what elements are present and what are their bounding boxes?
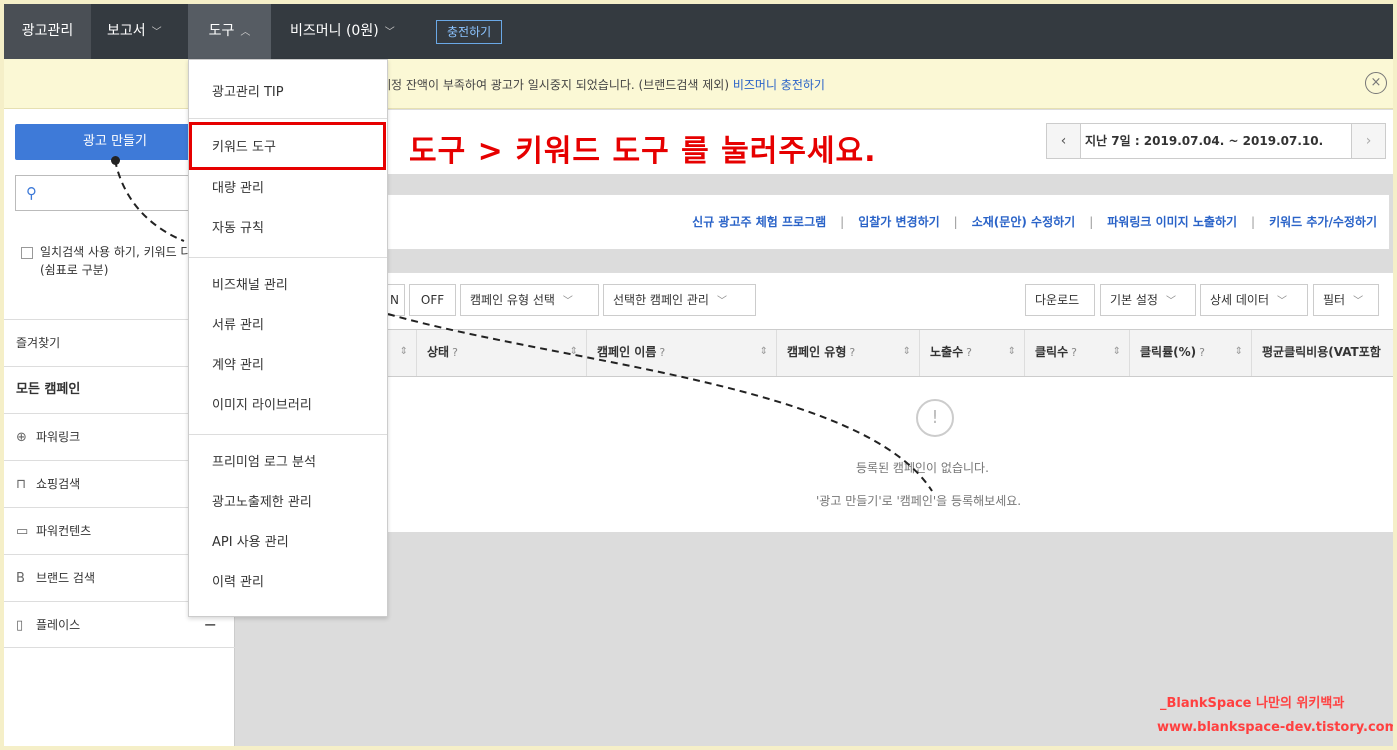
keyword-tool-highlight bbox=[189, 122, 386, 170]
menu-item-history[interactable]: 이력 관리 bbox=[189, 563, 387, 603]
menu-item-api[interactable]: API 사용 관리 bbox=[189, 523, 387, 563]
menu-item-documents[interactable]: 서류 관리 bbox=[189, 306, 387, 346]
menu-item-bizchannel[interactable]: 비즈채널 관리 bbox=[189, 266, 387, 306]
menu-item-contracts[interactable]: 계약 관리 bbox=[189, 346, 387, 386]
tools-dropdown-menu: 광고관리 TIP 키워드 도구 대량 관리 자동 규칙 비즈채널 관리 서류 관… bbox=[188, 59, 388, 617]
watermark-title: _BlankSpace 나만의 위키백과 bbox=[1160, 696, 1345, 711]
menu-item-bulk-manage[interactable]: 대량 관리 bbox=[189, 169, 387, 209]
watermark-url: www.blankspace-dev.tistory.com bbox=[1157, 720, 1393, 735]
menu-divider bbox=[189, 118, 387, 119]
menu-item-ad-tip[interactable]: 광고관리 TIP bbox=[189, 73, 387, 113]
menu-item-premium-log[interactable]: 프리미엄 로그 분석 bbox=[189, 443, 387, 483]
menu-item-image-library[interactable]: 이미지 라이브러리 bbox=[189, 386, 387, 426]
menu-item-auto-rules[interactable]: 자동 규칙 bbox=[189, 209, 387, 249]
instruction-annotation: 도구 > 키워드 도구 를 눌러주세요. bbox=[409, 134, 877, 169]
app-frame: 광고관리 보고서 ﹀ 도구 ︿ 비즈머니 (0원) ﹀ 충전하기 계정 잔액이 부족하… bbox=[4, 4, 1393, 746]
menu-divider bbox=[189, 434, 387, 435]
menu-divider bbox=[189, 257, 387, 258]
menu-item-exposure-limit[interactable]: 광고노출제한 관리 bbox=[189, 483, 387, 523]
